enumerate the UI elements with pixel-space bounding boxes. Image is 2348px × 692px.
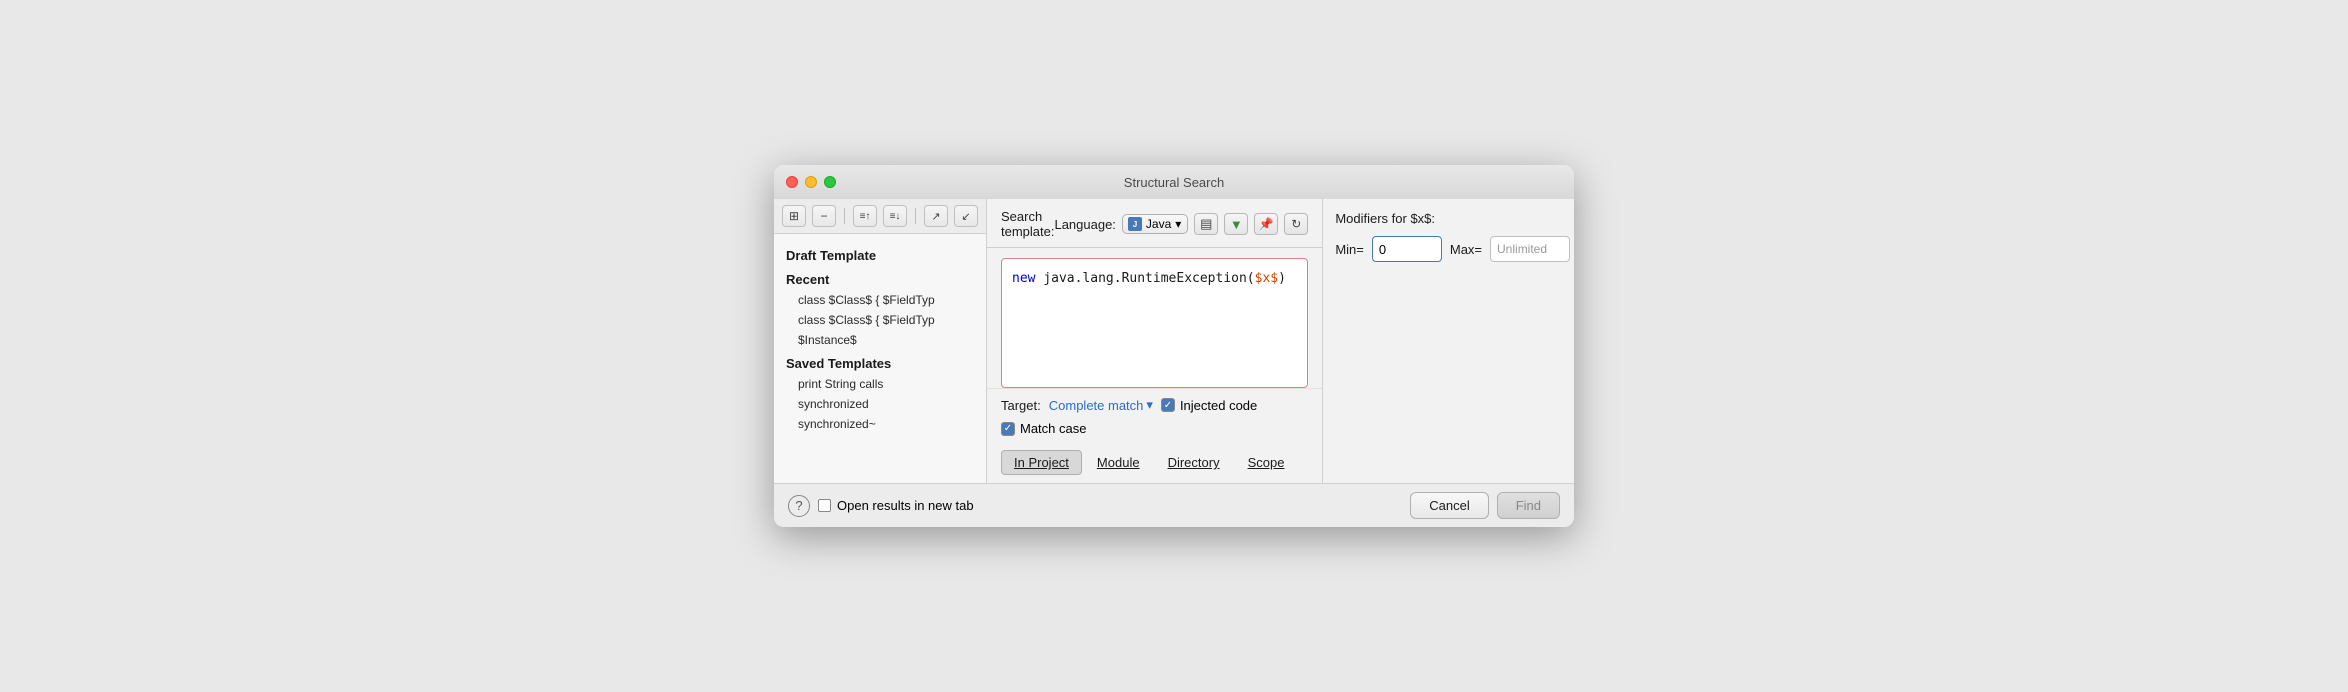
title-bar: Structural Search <box>774 165 1574 199</box>
traffic-lights <box>786 176 836 188</box>
scope-directory-label: Directory <box>1168 455 1220 470</box>
target-row: Target: Complete match ▾ ✓ Injected code… <box>987 388 1322 444</box>
scope-scope-label: Scope <box>1248 455 1285 470</box>
main-panel: Search template: Language: J Java ▾ ▤ ▼ … <box>987 199 1322 483</box>
max-placeholder-text: Unlimited <box>1497 242 1547 256</box>
min-input[interactable] <box>1372 236 1442 262</box>
main-content: ⊞ − ≡↑ ≡↓ ↗ ↙ Draft Template Recent clas… <box>774 199 1574 483</box>
scope-in-project-button[interactable]: In Project <box>1001 450 1082 475</box>
code-keyword-new: new <box>1012 271 1035 286</box>
java-icon: J <box>1128 217 1142 231</box>
toolbar-separator <box>844 208 845 224</box>
close-button[interactable] <box>786 176 798 188</box>
scope-module-label: Module <box>1097 455 1140 470</box>
saved-item-3[interactable]: synchronized~ <box>774 414 986 434</box>
chevron-down-icon: ▾ <box>1175 217 1181 231</box>
scope-row: In Project Module Directory Scope <box>987 444 1322 483</box>
modifiers-section: Modifiers for $x$: Min= Max= Unlimited <box>1335 211 1570 262</box>
minimize-button[interactable] <box>805 176 817 188</box>
bottom-left: ? Open results in new tab <box>788 495 974 517</box>
scope-module-button[interactable]: Module <box>1084 450 1153 475</box>
bottom-right: Cancel Find <box>1410 492 1560 519</box>
cancel-button[interactable]: Cancel <box>1410 492 1488 519</box>
target-label: Target: <box>1001 398 1041 413</box>
code-paren-close: ) <box>1278 271 1286 286</box>
sidebar-content: Draft Template Recent class $Class$ { $F… <box>774 234 986 483</box>
add-template-button[interactable]: ⊞ <box>782 205 806 227</box>
recent-item-3[interactable]: $Instance$ <box>774 330 986 350</box>
remove-template-button[interactable]: − <box>812 205 836 227</box>
help-label: ? <box>795 498 802 513</box>
sidebar-toolbar: ⊞ − ≡↑ ≡↓ ↗ ↙ <box>774 199 986 234</box>
search-template-label: Search template: <box>1001 209 1054 239</box>
right-panel-top: Modifiers for $x$: Min= Max= Unlimited +… <box>1335 211 1574 263</box>
sidebar: ⊞ − ≡↑ ≡↓ ↗ ↙ Draft Template Recent clas… <box>774 199 987 483</box>
target-dropdown[interactable]: Complete match ▾ <box>1049 397 1153 413</box>
window-title: Structural Search <box>1124 175 1224 190</box>
maximize-button[interactable] <box>824 176 836 188</box>
open-results-label: Open results in new tab <box>837 498 974 513</box>
move-down-button[interactable]: ≡↓ <box>883 205 907 227</box>
max-label: Max= <box>1450 242 1482 257</box>
saved-item-2[interactable]: synchronized <box>774 394 986 414</box>
draft-template-header: Draft Template <box>774 242 986 266</box>
injected-code-checkbox[interactable]: ✓ <box>1161 398 1175 412</box>
target-value: Complete match <box>1049 398 1144 413</box>
scope-scope-button[interactable]: Scope <box>1235 450 1298 475</box>
right-panel-actions: + − <box>1570 211 1574 263</box>
modifiers-header: Modifiers for $x$: <box>1335 211 1570 226</box>
toolbar-separator2 <box>915 208 916 224</box>
code-variable: $x$ <box>1255 271 1278 286</box>
language-value: Java <box>1146 217 1171 231</box>
language-label: Language: <box>1054 217 1115 232</box>
help-button[interactable]: ? <box>788 495 810 517</box>
saved-templates-header: Saved Templates <box>774 350 986 374</box>
max-input-placeholder[interactable]: Unlimited <box>1490 236 1570 262</box>
open-results-checkbox-item[interactable]: Open results in new tab <box>818 498 974 513</box>
chevron-down-icon: ▾ <box>1146 397 1153 413</box>
scope-in-project-label: In Project <box>1014 455 1069 470</box>
code-class-name: java.lang.RuntimeException( <box>1043 271 1254 286</box>
right-panel: Modifiers for $x$: Min= Max= Unlimited +… <box>1322 199 1574 483</box>
structural-search-window: Structural Search ⊞ − ≡↑ ≡↓ ↗ ↙ Draft Te… <box>774 165 1574 527</box>
recent-header: Recent <box>774 266 986 290</box>
export-button[interactable]: ↗ <box>924 205 948 227</box>
filter-button[interactable]: ▼ <box>1224 213 1248 235</box>
match-case-checkbox[interactable]: ✓ <box>1001 422 1015 436</box>
import-button[interactable]: ↙ <box>954 205 978 227</box>
bottom-bar: ? Open results in new tab Cancel Find <box>774 483 1574 527</box>
injected-code-label: Injected code <box>1180 398 1257 413</box>
main-top-bar: Search template: Language: J Java ▾ ▤ ▼ … <box>987 199 1322 248</box>
open-results-checkbox[interactable] <box>818 499 831 512</box>
toggle-view-button[interactable]: ▤ <box>1194 213 1218 235</box>
language-row: Language: J Java ▾ ▤ ▼ 📌 ↻ <box>1054 213 1308 235</box>
refresh-button[interactable]: ↻ <box>1284 213 1308 235</box>
injected-code-checkbox-item[interactable]: ✓ Injected code <box>1161 398 1257 413</box>
language-dropdown[interactable]: J Java ▾ <box>1122 214 1188 234</box>
recent-item-2[interactable]: class $Class$ { $FieldTyp <box>774 310 986 330</box>
min-label: Min= <box>1335 242 1364 257</box>
match-case-label: Match case <box>1020 421 1086 436</box>
code-editor[interactable]: new java.lang.RuntimeException($x$) <box>1001 258 1308 388</box>
pin-button[interactable]: 📌 <box>1254 213 1278 235</box>
match-case-checkbox-item[interactable]: ✓ Match case <box>1001 421 1086 436</box>
move-up-button[interactable]: ≡↑ <box>853 205 877 227</box>
find-button[interactable]: Find <box>1497 492 1560 519</box>
saved-item-1[interactable]: print String calls <box>774 374 986 394</box>
scope-directory-button[interactable]: Directory <box>1155 450 1233 475</box>
recent-item-1[interactable]: class $Class$ { $FieldTyp <box>774 290 986 310</box>
min-max-row: Min= Max= Unlimited <box>1335 236 1570 262</box>
